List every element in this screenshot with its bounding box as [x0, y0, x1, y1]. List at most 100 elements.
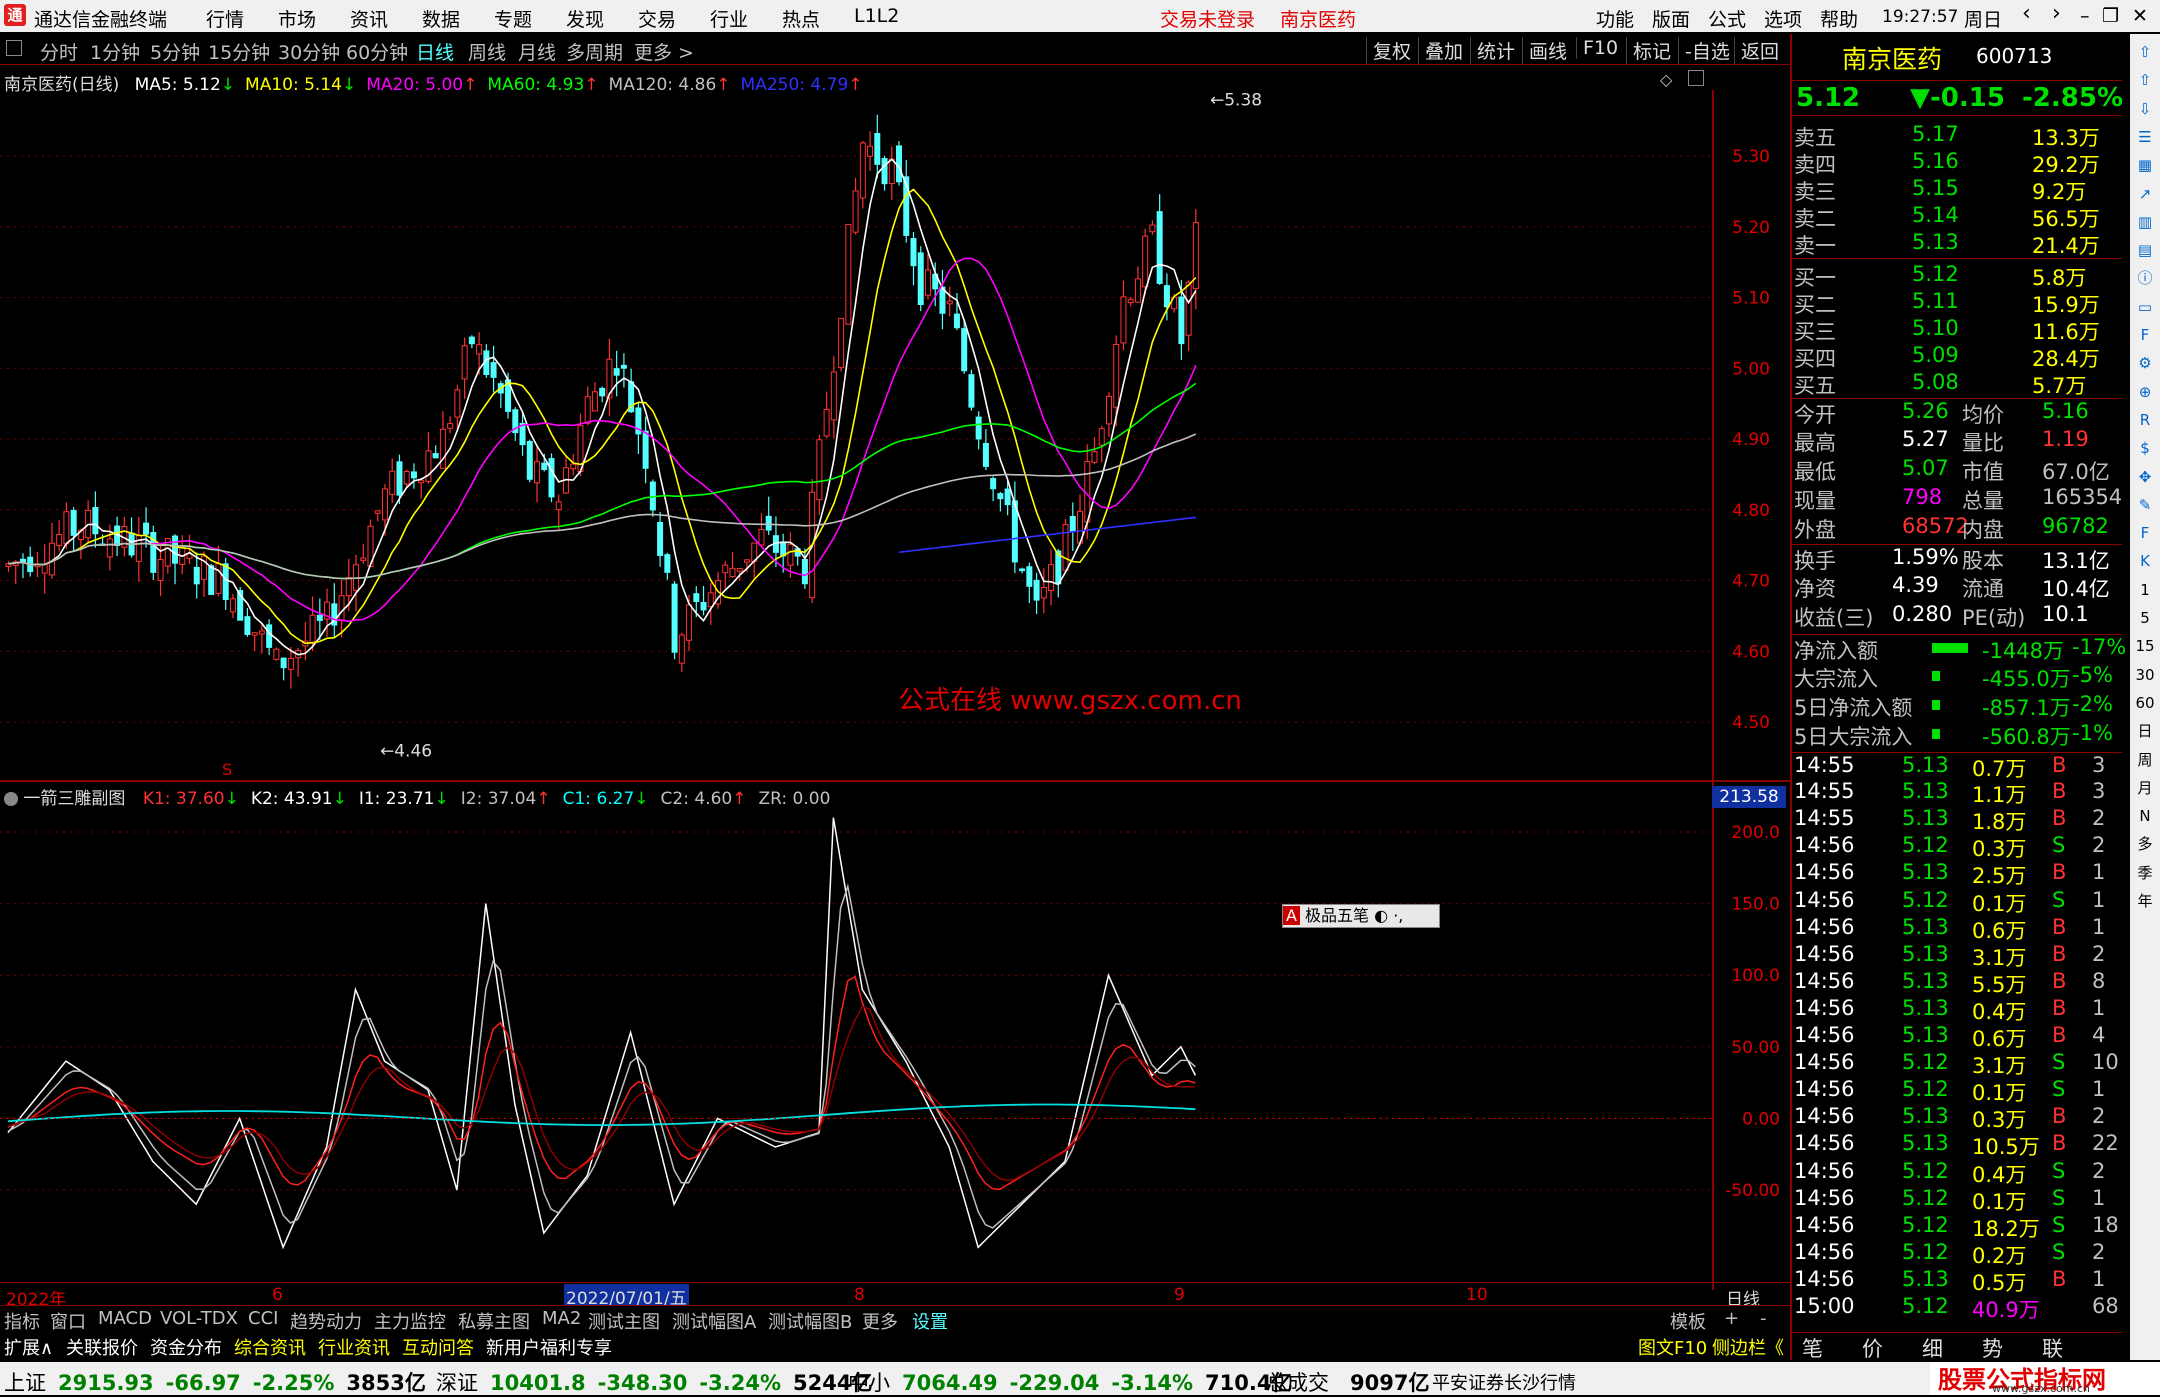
bid-row[interactable]: 买五 5.08 5.7万	[1792, 370, 2122, 398]
tab-monitor[interactable]: 主力监控	[374, 1308, 446, 1334]
tick-row[interactable]: 14:56 5.13 5.5万 B 8	[1792, 969, 2122, 997]
flow-row[interactable]: 大宗流入 -455.0万 -5%	[1792, 663, 2122, 691]
menu-discover[interactable]: 发现	[566, 5, 604, 32]
rsi-icon[interactable]: R	[2133, 408, 2157, 432]
stat-row[interactable]: 现量 798 总量 165354	[1792, 485, 2122, 513]
restore-icon[interactable]: ❐	[2102, 5, 2119, 27]
menu-industry[interactable]: 行业	[710, 5, 748, 32]
tab-settings[interactable]: 设置	[912, 1308, 948, 1334]
tick-row[interactable]: 14:55 5.13 1.1万 B 3	[1792, 779, 2122, 807]
tab-macd[interactable]: MACD	[98, 1308, 152, 1329]
menu-function[interactable]: 功能	[1596, 5, 1634, 32]
trade-login-status[interactable]: 交易未登录	[1160, 5, 1255, 32]
menu-options[interactable]: 选项	[1764, 5, 1802, 32]
tab-more[interactable]: 更多	[862, 1308, 898, 1334]
index-quote[interactable]: 深证 10401.8 -348.30 -3.24% 5244亿	[436, 1367, 884, 1397]
stat-row[interactable]: 最高 5.27 量比 1.19	[1792, 427, 2122, 455]
trend-icon[interactable]: ↗	[2133, 182, 2157, 206]
f10-icon[interactable]: F	[2133, 323, 2157, 347]
toggle-icon[interactable]	[6, 40, 22, 56]
tick-row[interactable]: 14:56 5.12 3.1万 S 10	[1792, 1050, 2122, 1078]
tab-vol[interactable]: VOL-TDX	[160, 1308, 238, 1329]
tab-welfare[interactable]: 新用户福利专享	[486, 1334, 612, 1360]
tick-row[interactable]: 14:56 5.13 2.5万 B 1	[1792, 860, 2122, 888]
menu-formula[interactable]: 公式	[1708, 5, 1746, 32]
tick-row[interactable]: 14:56 5.12 0.1万 S 1	[1792, 888, 2122, 916]
chart-icon[interactable]: ▥	[2133, 210, 2157, 234]
tick-row[interactable]: 14:56 5.12 18.2万 S 18	[1792, 1213, 2122, 1241]
f10-text-button[interactable]: 图文F10	[1638, 1334, 1707, 1360]
tick-row[interactable]: 14:56 5.13 10.5万 B 22	[1792, 1131, 2122, 1159]
tab-cci[interactable]: CCI	[248, 1308, 278, 1329]
tick-row[interactable]: 14:56 5.12 0.1万 S 1	[1792, 1077, 2122, 1105]
period-shortcut[interactable]: 15	[2133, 634, 2157, 658]
compare-icon[interactable]: ⊕	[2133, 380, 2157, 404]
template-button[interactable]: 模板	[1670, 1308, 1706, 1334]
adjust-button[interactable]: 复权	[1366, 37, 1411, 64]
period-tab[interactable]: 月线	[518, 38, 556, 65]
tick-row[interactable]: 15:00 5.12 40.9万 68	[1792, 1294, 2122, 1322]
stat-row[interactable]: 净资 4.39 流通 10.4亿	[1792, 573, 2122, 601]
tab-detail[interactable]: 细	[1922, 1333, 1943, 1363]
period-tab[interactable]: 15分钟	[208, 38, 270, 65]
tick-row[interactable]: 14:56 5.13 0.4万 B 1	[1792, 996, 2122, 1024]
ask-row[interactable]: 卖五 5.17 13.3万	[1792, 122, 2122, 150]
period-shortcut[interactable]: 周	[2133, 748, 2157, 772]
list-icon[interactable]: ☰	[2133, 125, 2157, 149]
period-tab[interactable]: 1分钟	[90, 38, 140, 65]
collapse-icon[interactable]	[4, 792, 18, 806]
add-pane-button[interactable]: +	[1724, 1308, 1739, 1329]
menu-news[interactable]: 资讯	[350, 5, 388, 32]
tab-indicator[interactable]: 指标	[4, 1308, 40, 1334]
overlay-button[interactable]: 叠加	[1418, 37, 1463, 64]
expand-button[interactable]: 扩展∧	[4, 1334, 53, 1360]
menu-trade[interactable]: 交易	[638, 5, 676, 32]
s-icon[interactable]: $	[2133, 436, 2157, 460]
mark-button[interactable]: 标记	[1626, 37, 1671, 64]
stat-row[interactable]: 最低 5.07 市值 67.0亿	[1792, 456, 2122, 484]
tab-price[interactable]: 价	[1862, 1333, 1883, 1363]
bid-row[interactable]: 买四 5.09 28.4万	[1792, 343, 2122, 371]
period-more[interactable]: 更多 >	[634, 38, 694, 65]
doc-icon[interactable]: ▭	[2133, 295, 2157, 319]
period-tab[interactable]: 周线	[468, 38, 506, 65]
stat-row[interactable]: 收益(三) 0.280 PE(动) 10.1	[1792, 602, 2122, 630]
period-tab[interactable]: 30分钟	[278, 38, 340, 65]
draw-button[interactable]: 画线	[1522, 37, 1567, 64]
period-shortcut[interactable]: 多	[2133, 832, 2157, 856]
tick-row[interactable]: 14:56 5.13 0.5万 B 1	[1792, 1267, 2122, 1295]
tab-trend[interactable]: 趋势动力	[290, 1308, 362, 1334]
remove-pane-button[interactable]: -	[1760, 1308, 1767, 1329]
tab-qa[interactable]: 互动问答	[402, 1334, 474, 1360]
index-quote[interactable]: 中小 7064.49 -229.04 -3.14% 710.4亿	[848, 1367, 1304, 1397]
tab-fund-dist[interactable]: 资金分布	[150, 1334, 222, 1360]
period-shortcut[interactable]: 月	[2133, 776, 2157, 800]
return-button[interactable]: 返回	[1734, 37, 1779, 64]
table-icon[interactable]: ▤	[2133, 238, 2157, 262]
stats-button[interactable]: 统计	[1470, 37, 1515, 64]
tab-ma2[interactable]: MA2	[542, 1308, 581, 1329]
f10-button[interactable]: F10	[1576, 37, 1618, 59]
fs-icon[interactable]: F	[2133, 521, 2157, 545]
index-quote[interactable]: 上证 2915.93 -66.97 -2.25% 3853亿	[4, 1367, 438, 1397]
ask-row[interactable]: 卖三 5.15 9.2万	[1792, 176, 2122, 204]
menu-layout[interactable]: 版面	[1652, 5, 1690, 32]
tab-trend-small[interactable]: 势	[1982, 1333, 2003, 1363]
period-shortcut[interactable]: 年	[2133, 889, 2157, 913]
tab-test-b[interactable]: 测试幅图B	[768, 1308, 852, 1334]
ask-row[interactable]: 卖四 5.16 29.2万	[1792, 149, 2122, 177]
stat-row[interactable]: 换手 1.59% 股本 13.1亿	[1792, 544, 2122, 573]
period-tab[interactable]: 5分钟	[150, 38, 200, 65]
menu-l1l2[interactable]: L1L2	[854, 5, 899, 27]
period-tab[interactable]: 60分钟	[346, 38, 408, 65]
move-icon[interactable]: ✥	[2133, 465, 2157, 489]
tab-private[interactable]: 私募主图	[458, 1308, 530, 1334]
watchlist-button[interactable]: -自选	[1678, 37, 1730, 64]
up-icon[interactable]: ⇧	[2133, 68, 2157, 92]
pin-icon[interactable]: ◇	[1660, 70, 1672, 89]
back-icon[interactable]: ‹	[2022, 1, 2031, 26]
flow-row[interactable]: 5日大宗流入 -560.8万 -1%	[1792, 721, 2122, 749]
tick-row[interactable]: 14:55 5.13 0.7万 B 3	[1792, 752, 2122, 781]
tick-row[interactable]: 14:56 5.13 0.6万 B 4	[1792, 1023, 2122, 1051]
tick-row[interactable]: 14:56 5.13 0.6万 B 1	[1792, 915, 2122, 943]
